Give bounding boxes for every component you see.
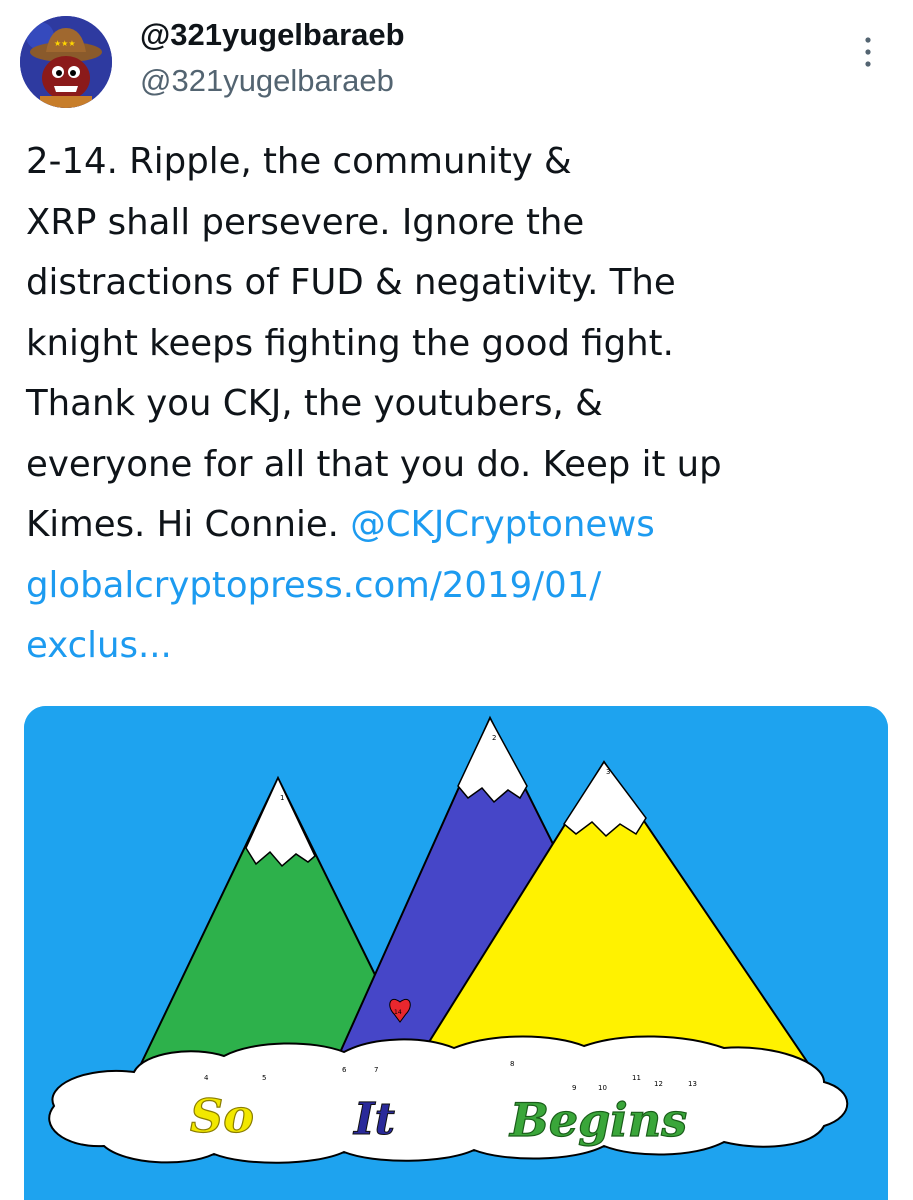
word-it: It — [352, 1094, 395, 1145]
word-so: So — [190, 1089, 254, 1143]
avatar-image: ★★★ — [20, 16, 112, 108]
tweet-line: 2-14. Ripple, the community & — [26, 141, 572, 182]
cloud-number: 4 — [204, 1074, 209, 1082]
author-handle[interactable]: @321yugelbaraeb — [140, 62, 394, 100]
peak-label: 2 — [492, 734, 496, 742]
url-link-continued[interactable]: exclus... — [26, 616, 896, 677]
tweet-text: 2-14. Ripple, the community & XRP shall … — [26, 132, 896, 677]
tweet-line: Thank you CKJ, the youtubers, & — [26, 383, 603, 424]
peak-label: 1 — [280, 794, 284, 802]
tweet-line-text: Kimes. Hi Connie. — [26, 504, 351, 545]
cloud — [48, 1035, 849, 1164]
tweet-image[interactable]: 1 2 3 14 4 5 6 7 8 9 10 11 12 13 So It B… — [24, 706, 888, 1200]
tweet-line: XRP shall persevere. Ignore the — [26, 201, 585, 243]
more-options-button[interactable] — [848, 30, 888, 74]
tweet-line: Kimes. Hi Connie. @CKJCryptonews — [26, 495, 896, 556]
word-begins: Begins — [508, 1093, 687, 1147]
tweet-line: knight keeps fighting the good fight. — [26, 322, 674, 364]
peak-label: 3 — [606, 768, 610, 776]
cloud-number: 7 — [374, 1066, 378, 1074]
cloud-number: 5 — [262, 1074, 266, 1082]
avatar[interactable]: ★★★ — [20, 16, 112, 108]
svg-text:★★★: ★★★ — [54, 39, 76, 48]
url-link[interactable]: globalcryptopress.com/2019/01/ — [26, 556, 896, 617]
cloud-number: 13 — [688, 1080, 697, 1088]
heart-label: 14 — [394, 1009, 402, 1016]
mention-link[interactable]: @CKJCryptonews — [350, 504, 654, 545]
author-display-name[interactable]: @321yugelbaraeb — [140, 16, 405, 54]
tweet: ★★★ @321yugelbaraeb @321yugelbaraeb 2-14… — [0, 0, 913, 1200]
more-vertical-icon — [865, 37, 871, 67]
cloud-number: 8 — [510, 1060, 514, 1068]
cloud-number: 12 — [654, 1080, 663, 1088]
mountains-illustration: 1 2 3 14 4 5 6 7 8 9 10 11 12 13 So It B… — [24, 706, 888, 1200]
cloud-number: 6 — [342, 1066, 347, 1074]
cloud-number: 10 — [598, 1084, 607, 1092]
tweet-line: everyone for all that you do. Keep it up — [26, 443, 722, 485]
cloud-number: 11 — [632, 1074, 641, 1082]
tweet-line: distractions of FUD & negativity. The — [26, 262, 676, 303]
cloud-number: 9 — [572, 1084, 576, 1092]
